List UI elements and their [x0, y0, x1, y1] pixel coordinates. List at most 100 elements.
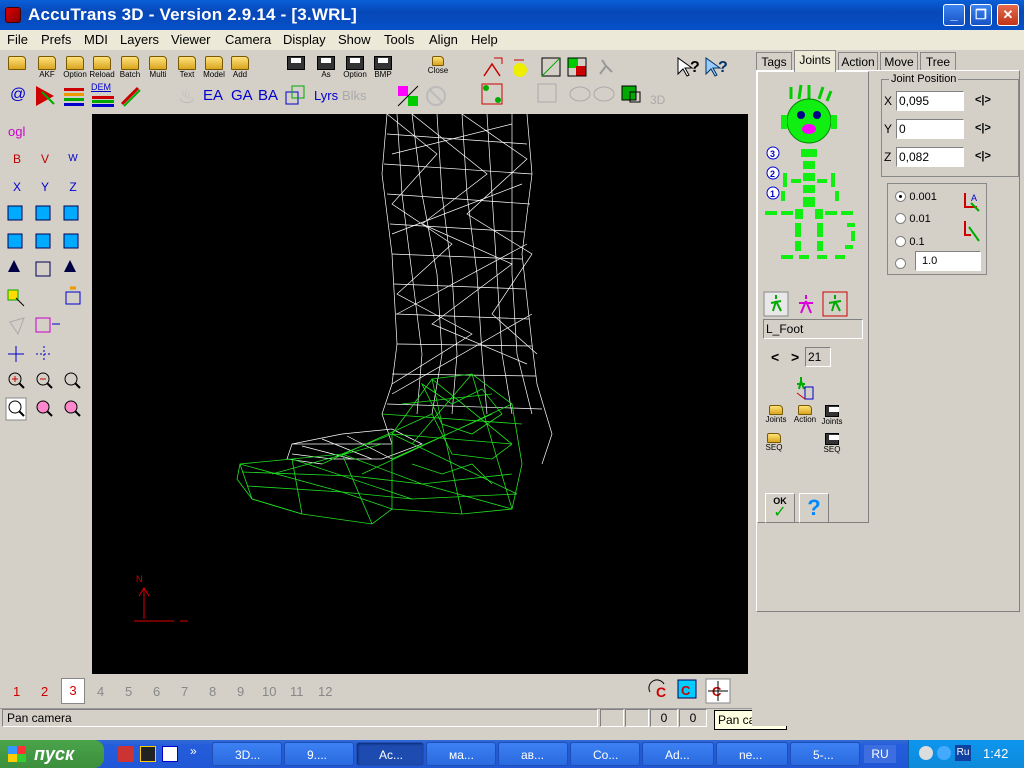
akf-button[interactable]: AKF [34, 56, 60, 79]
page-11-button[interactable]: 11 [290, 684, 304, 699]
option-open-button[interactable]: Option [60, 56, 90, 79]
text-button[interactable]: Text [174, 56, 200, 79]
menu-help[interactable]: Help [471, 32, 498, 47]
x-step-arrows[interactable]: <|> [975, 94, 991, 106]
minimize-button[interactable]: _ [943, 4, 965, 26]
page-6-button[interactable]: 6 [153, 684, 160, 699]
tray-icon[interactable] [919, 746, 933, 760]
quicklaunch-icon[interactable] [140, 746, 156, 762]
menu-prefs[interactable]: Prefs [41, 32, 71, 47]
open-seq-button[interactable]: SEQ [763, 433, 785, 452]
tab-tree[interactable]: Tree [920, 52, 956, 71]
menu-camera[interactable]: Camera [225, 32, 271, 47]
ok-button[interactable]: OK ✓ [765, 493, 795, 523]
quicklaunch-icon[interactable] [162, 746, 178, 762]
taskbar-button-ad[interactable]: Ad... [642, 742, 714, 766]
rotate-b-button[interactable]: B [6, 148, 28, 170]
at-icon[interactable]: @ [10, 86, 26, 104]
page-7-button[interactable]: 7 [181, 684, 188, 699]
batch-button[interactable]: Batch [116, 56, 144, 79]
skeleton-figure[interactable]: 3 2 1 [759, 81, 867, 271]
step-0001-radio[interactable]: 0.001 [895, 189, 937, 203]
z-step-arrows[interactable]: <|> [975, 150, 991, 162]
start-button[interactable]: пуск [0, 740, 104, 768]
transform-tools-icons[interactable] [480, 54, 620, 80]
page-8-button[interactable]: 8 [209, 684, 216, 699]
multi-button[interactable]: Multi [145, 56, 171, 79]
save-joints-button[interactable]: Joints [819, 405, 845, 426]
tray-language-icon[interactable]: Ru [955, 745, 971, 761]
page-10-button[interactable]: 10 [262, 684, 276, 699]
joint-link-icon[interactable] [793, 375, 817, 403]
tab-action[interactable]: Action [838, 52, 878, 71]
save-as-button[interactable]: As [315, 56, 337, 79]
tab-joints[interactable]: Joints [794, 50, 836, 72]
tab-tags[interactable]: Tags [756, 52, 792, 71]
taskbar-button-ma[interactable]: ма... [426, 742, 496, 766]
open-joints-button[interactable]: Joints [763, 405, 789, 424]
save-option-button[interactable]: Option [340, 56, 370, 79]
taskbar-button-3d[interactable]: 3D... [212, 742, 282, 766]
taskbar-button-ne[interactable]: ne... [716, 742, 788, 766]
step-01-radio[interactable]: 0.1 [895, 234, 925, 248]
menu-tools[interactable]: Tools [384, 32, 414, 47]
page-1-button[interactable]: 1 [13, 684, 20, 699]
page-2-button[interactable]: 2 [41, 684, 48, 699]
custom-step-input[interactable]: 1.0 [915, 251, 981, 271]
z-position-input[interactable]: 0,082 [896, 147, 964, 167]
menu-mdi[interactable]: MDI [84, 32, 108, 47]
save-seq-button[interactable]: SEQ [821, 433, 843, 454]
taskbar-button-accutrans[interactable]: Ac... [356, 742, 424, 766]
pose-mode-icons[interactable] [763, 291, 849, 317]
help-button[interactable]: ? [799, 493, 829, 523]
ba-button[interactable]: BA [258, 87, 278, 104]
taskbar-button-5[interactable]: 5-... [790, 742, 860, 766]
page-3-button[interactable]: 3 [61, 678, 85, 704]
restore-button[interactable]: ❐ [970, 4, 992, 26]
x-position-input[interactable]: 0,095 [896, 91, 964, 111]
rotate-z-button[interactable]: Z [62, 176, 84, 198]
ogl-button[interactable]: ogl [8, 124, 25, 139]
open-action-button[interactable]: Action [791, 405, 819, 424]
save-button[interactable] [285, 56, 307, 71]
language-indicator[interactable]: RU [864, 745, 896, 763]
camera-icons[interactable]: C C C [648, 678, 734, 704]
color-tools-icons[interactable] [396, 84, 452, 108]
close-file-button[interactable]: Close [424, 56, 452, 75]
menu-align[interactable]: Align [429, 32, 458, 47]
menu-layers[interactable]: Layers [120, 32, 159, 47]
taskbar-button-9[interactable]: 9.... [284, 742, 354, 766]
chevron-icon[interactable]: » [190, 744, 197, 758]
page-12-button[interactable]: 12 [318, 684, 332, 699]
reload-button[interactable]: Reload [88, 56, 116, 79]
y-step-arrows[interactable]: <|> [975, 122, 991, 134]
rotate-v-button[interactable]: V [34, 148, 56, 170]
page-4-button[interactable]: 4 [97, 684, 104, 699]
geometry-tools-icons[interactable]: 3D [480, 82, 680, 108]
taskbar-button-av[interactable]: ав... [498, 742, 568, 766]
quicklaunch-icon[interactable] [118, 746, 134, 762]
layer-tools-icons[interactable]: Lyrs Blks [284, 84, 374, 108]
add-button[interactable]: Add [228, 56, 252, 79]
y-position-input[interactable]: 0 [896, 119, 964, 139]
open-button[interactable] [6, 56, 28, 71]
next-joint-button[interactable]: > [791, 349, 799, 365]
step-001-radio[interactable]: 0.01 [895, 211, 931, 225]
menu-show[interactable]: Show [338, 32, 371, 47]
rotate-w-button[interactable]: W [62, 148, 84, 170]
prev-joint-button[interactable]: < [771, 349, 779, 365]
display-tools-icons[interactable] [34, 84, 144, 108]
zoom-icons[interactable] [4, 370, 88, 430]
3d-viewport[interactable]: N [92, 114, 748, 674]
rotate-x-button[interactable]: X [6, 176, 28, 198]
help-arrow-icons[interactable]: ? ? [676, 54, 732, 80]
step-custom-radio[interactable] [895, 256, 906, 270]
rotate-y-button[interactable]: Y [34, 176, 56, 198]
menu-display[interactable]: Display [283, 32, 326, 47]
tray-icon[interactable] [937, 746, 951, 760]
menu-file[interactable]: File [7, 32, 28, 47]
taskbar-button-co[interactable]: Co... [570, 742, 640, 766]
tab-move[interactable]: Move [880, 52, 918, 71]
step-direction-icons[interactable]: A [961, 189, 983, 245]
page-5-button[interactable]: 5 [125, 684, 132, 699]
